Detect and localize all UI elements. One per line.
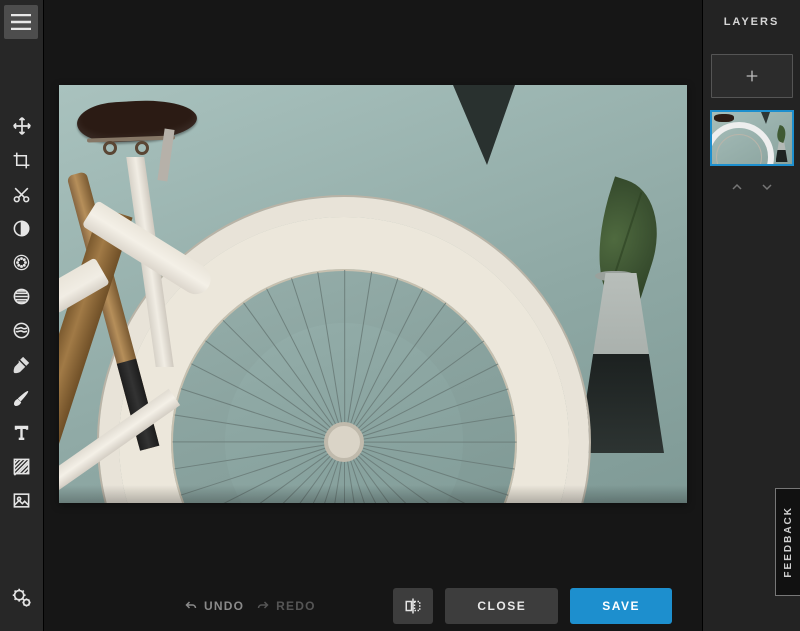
layer-move-up-button[interactable] (730, 180, 744, 196)
settings-icon[interactable] (10, 586, 32, 613)
chevron-up-icon (730, 181, 744, 193)
plus-icon (744, 68, 760, 84)
feedback-tab[interactable]: FEEDBACK (775, 488, 800, 596)
compare-icon (404, 597, 422, 615)
chevron-down-icon (760, 181, 774, 193)
redo-button[interactable]: REDO (256, 599, 315, 613)
tool-sidebar (0, 0, 44, 631)
layer-thumbnail[interactable] (710, 110, 794, 166)
image-tool-icon[interactable] (10, 488, 34, 512)
healing-brush-tool-icon[interactable] (10, 352, 34, 376)
crop-tool-icon[interactable] (10, 148, 34, 172)
save-button[interactable]: SAVE (570, 588, 672, 624)
feedback-label: FEEDBACK (783, 506, 794, 578)
compare-button[interactable] (393, 588, 433, 624)
add-layer-button[interactable] (711, 54, 793, 98)
pattern-tool-icon[interactable] (10, 454, 34, 478)
undo-button[interactable]: UNDO (184, 599, 244, 613)
hamburger-icon (11, 14, 31, 30)
vignette-tool-icon[interactable] (10, 284, 34, 308)
layer-move-down-button[interactable] (760, 180, 774, 196)
color-tool-icon[interactable] (10, 250, 34, 274)
layers-title: LAYERS (724, 0, 780, 36)
exposure-tool-icon[interactable] (10, 216, 34, 240)
undo-icon (184, 600, 198, 612)
paint-brush-tool-icon[interactable] (10, 386, 34, 410)
redo-label: REDO (276, 599, 315, 613)
liquify-tool-icon[interactable] (10, 318, 34, 342)
save-label: SAVE (602, 599, 640, 613)
editor-stage (44, 0, 702, 631)
redo-icon (256, 600, 270, 612)
move-tool-icon[interactable] (10, 114, 34, 138)
action-bar: UNDO REDO CLOSE SAVE (44, 581, 702, 631)
close-button[interactable]: CLOSE (445, 588, 558, 624)
close-label: CLOSE (477, 599, 526, 613)
text-tool-icon[interactable] (10, 420, 34, 444)
main-menu-button[interactable] (4, 5, 38, 39)
cut-tool-icon[interactable] (10, 182, 34, 206)
undo-label: UNDO (204, 599, 244, 613)
canvas-image[interactable] (59, 85, 687, 503)
